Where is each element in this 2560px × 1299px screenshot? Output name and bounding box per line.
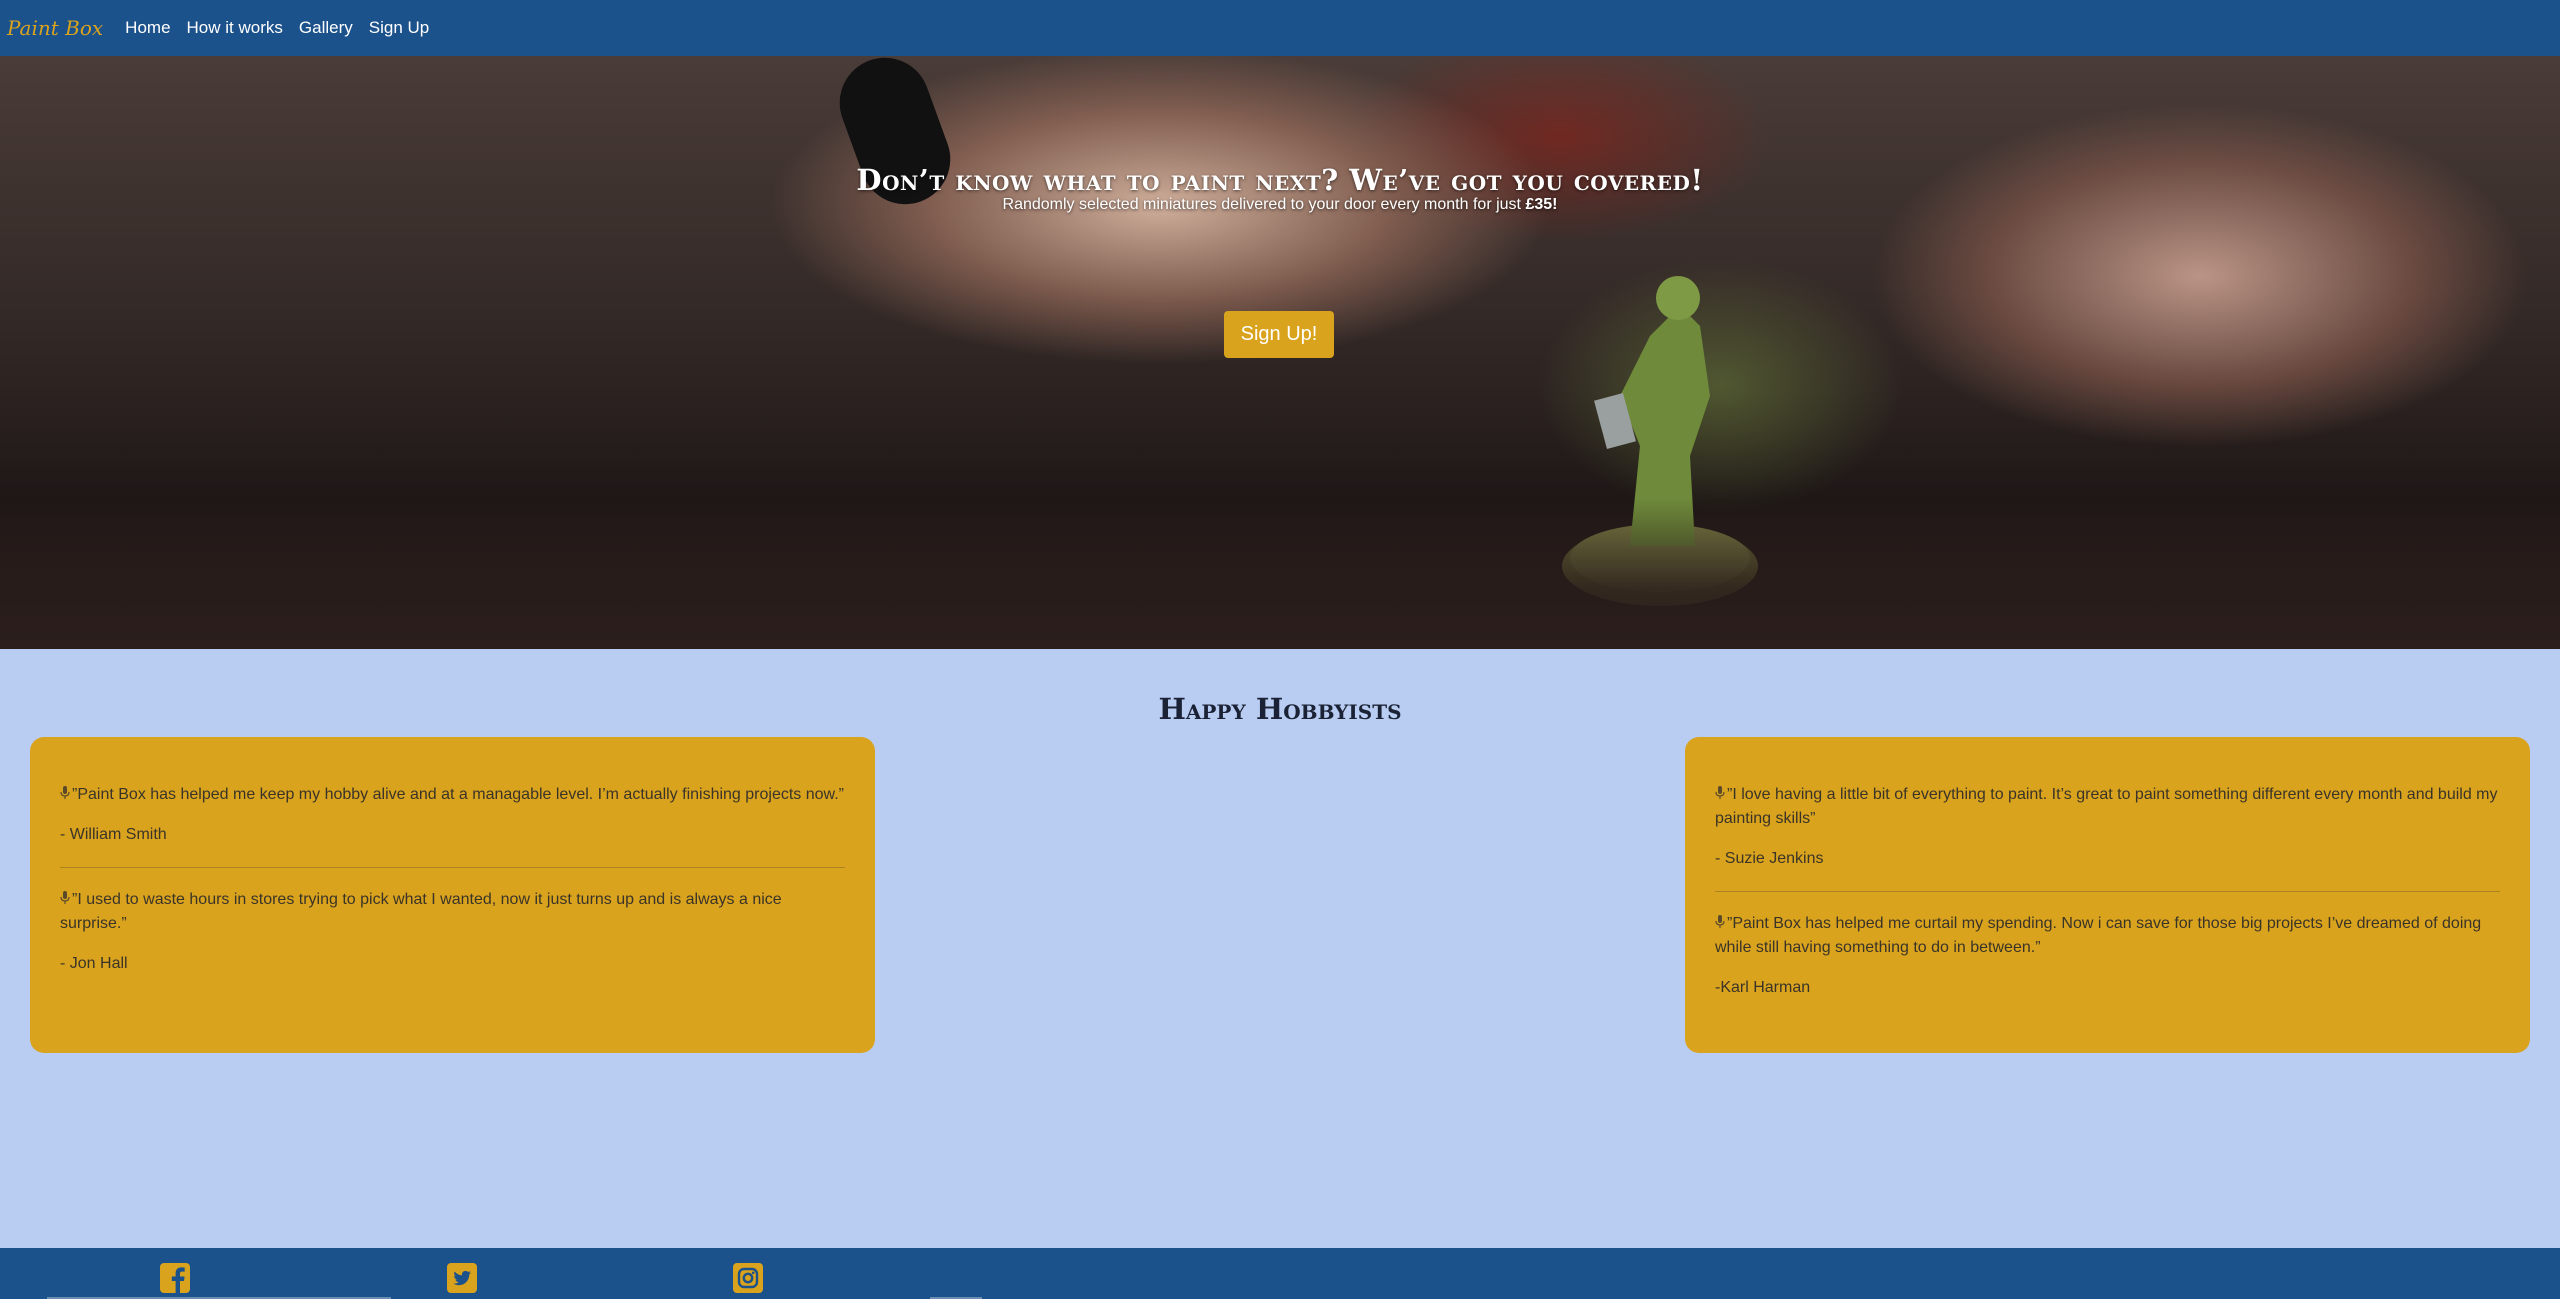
twitter-icon (447, 1263, 477, 1293)
nav-link-home[interactable]: Home (125, 18, 170, 38)
testimonial-author: - Suzie Jenkins (1715, 850, 1824, 867)
nav-link-sign-up[interactable]: Sign Up (369, 18, 429, 38)
brand-logo[interactable]: Paint Box (7, 16, 103, 40)
hero-price: £35! (1525, 196, 1558, 213)
facebook-icon (160, 1263, 190, 1293)
instagram-icon (733, 1263, 763, 1293)
hero-subtitle: Randomly selected miniatures delivered t… (0, 196, 2560, 214)
hero-title: Don’t know what to paint next? We’ve got… (856, 163, 1704, 198)
facebook-link[interactable] (159, 1262, 191, 1294)
testimonials-title: Happy Hobbyists (1158, 692, 1402, 727)
testimonial-divider (60, 867, 845, 868)
testimonial-quote-text: ”Paint Box has helped me keep my hobby a… (72, 786, 844, 803)
testimonial-quote: ”I used to waste hours in stores trying … (60, 888, 845, 936)
testimonial-quote-text: ”Paint Box has helped me curtail my spen… (1715, 915, 2482, 956)
testimonial-quote-text: ”I love having a little bit of everythin… (1715, 786, 2498, 827)
microphone-icon (1715, 915, 1725, 928)
testimonial-author: - William Smith (60, 826, 167, 843)
testimonial-card-right: ”I love having a little bit of everythin… (1685, 737, 2530, 1053)
twitter-link[interactable] (446, 1262, 478, 1294)
instagram-link[interactable] (732, 1262, 764, 1294)
hero-table-surface (0, 499, 2560, 649)
testimonial-quote: ”I love having a little bit of everythin… (1715, 783, 2500, 831)
footer (0, 1248, 2560, 1299)
testimonial-card-left: ”Paint Box has helped me keep my hobby a… (30, 737, 875, 1053)
microphone-icon (1715, 786, 1725, 799)
nav-link-gallery[interactable]: Gallery (299, 18, 353, 38)
hero-banner: Don’t know what to paint next? We’ve got… (0, 56, 2560, 649)
microphone-icon (60, 786, 70, 799)
testimonial-quote: ”Paint Box has helped me curtail my spen… (1715, 912, 2500, 960)
testimonial-quote: ”Paint Box has helped me keep my hobby a… (60, 783, 845, 807)
hero-subtitle-text: Randomly selected miniatures delivered t… (1002, 196, 1526, 213)
microphone-icon (60, 891, 70, 904)
nav-link-how-it-works[interactable]: How it works (187, 18, 283, 38)
navbar: Paint Box Home How it works Gallery Sign… (0, 0, 2560, 56)
hero-sign-up-button[interactable]: Sign Up! (1224, 311, 1334, 358)
testimonial-quote-text: ”I used to waste hours in stores trying … (60, 891, 782, 932)
testimonial-author: -Karl Harman (1715, 979, 1811, 996)
testimonial-divider (1715, 891, 2500, 892)
testimonial-author: - Jon Hall (60, 955, 128, 972)
